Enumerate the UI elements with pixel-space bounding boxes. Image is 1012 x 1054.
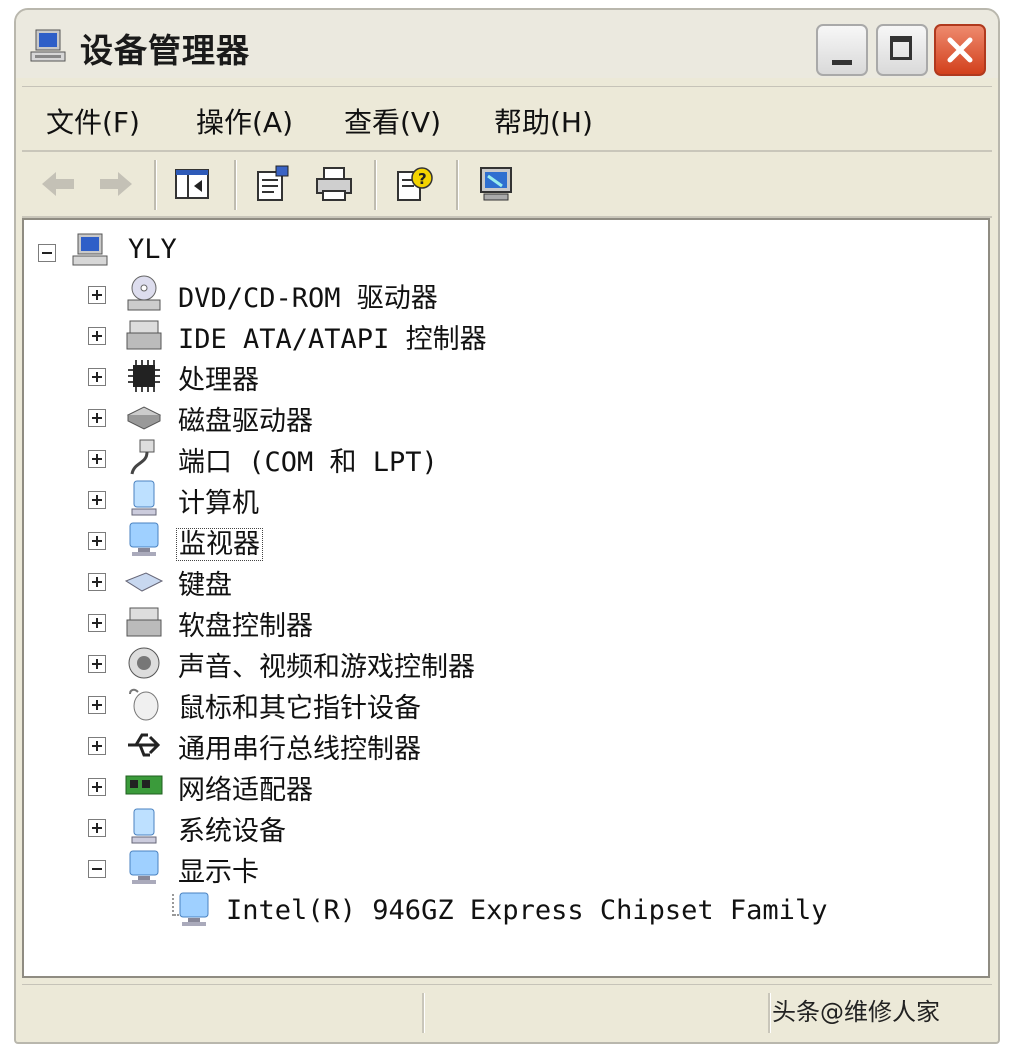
- menu-help[interactable]: 帮助(H): [494, 101, 593, 141]
- tree-item-processor[interactable]: 处理器: [178, 358, 259, 397]
- tree-item-ide[interactable]: IDE ATA/ATAPI 控制器: [178, 317, 487, 356]
- tree-item-system[interactable]: 系统设备: [178, 809, 286, 848]
- ide-controller-icon: [126, 320, 162, 350]
- tree-expand-toggle[interactable]: [88, 532, 106, 550]
- close-icon: [947, 37, 973, 63]
- status-pane-divider: [768, 993, 771, 1033]
- mouse-icon: [129, 688, 159, 721]
- status-pane-divider: [422, 993, 425, 1033]
- tree-item-floppy[interactable]: 软盘控制器: [178, 604, 313, 643]
- title-bar[interactable]: 设备管理器: [16, 10, 998, 78]
- system-device-icon: [131, 808, 157, 844]
- properties-icon[interactable]: [252, 164, 292, 204]
- menu-view[interactable]: 查看(V): [344, 101, 441, 141]
- display-adapter-icon: [129, 850, 159, 884]
- tree-item-ports[interactable]: 端口 (COM 和 LPT): [178, 440, 438, 479]
- tree-item-intel-display[interactable]: Intel(R) 946GZ Express Chipset Family: [226, 895, 827, 926]
- network-adapter-icon: [125, 775, 163, 795]
- usb-icon: [128, 733, 161, 757]
- tree-item-monitor-label: 监视器: [176, 528, 263, 561]
- scan-hardware-icon[interactable]: [476, 164, 516, 204]
- minimize-button[interactable]: [816, 24, 868, 76]
- tree-expand-toggle[interactable]: [88, 737, 106, 755]
- keyboard-icon: [124, 572, 164, 592]
- menu-bar: 文件(F) 操作(A) 查看(V) 帮助(H): [22, 86, 992, 151]
- port-icon: [130, 439, 155, 475]
- svg-text:?: ?: [418, 170, 427, 188]
- device-manager-window: 设备管理器 文件(F) 操作(A) 查看(V) 帮助(H) ? YLY DVD/…: [14, 8, 1000, 1044]
- processor-icon: [128, 360, 160, 392]
- floppy-controller-icon: [126, 607, 162, 637]
- computer-icon: [72, 233, 108, 266]
- dvd-drive-icon: [127, 275, 161, 311]
- tree-expand-toggle[interactable]: [88, 614, 106, 632]
- tree-item-usb[interactable]: 通用串行总线控制器: [178, 727, 421, 766]
- menu-file[interactable]: 文件(F): [46, 101, 140, 141]
- tree-expand-toggle[interactable]: [88, 286, 106, 304]
- print-icon[interactable]: [314, 164, 354, 204]
- tree-root-label[interactable]: YLY: [128, 234, 177, 265]
- tree-collapse-toggle[interactable]: [88, 860, 106, 878]
- menu-action[interactable]: 操作(A): [196, 101, 293, 141]
- forward-arrow-icon[interactable]: [96, 164, 136, 204]
- tree-expand-toggle[interactable]: [88, 450, 106, 468]
- tree-expand-toggle[interactable]: [88, 491, 106, 509]
- tree-expand-toggle[interactable]: [88, 409, 106, 427]
- tree-expand-toggle[interactable]: [88, 778, 106, 796]
- close-button[interactable]: [934, 24, 986, 76]
- window-title: 设备管理器: [80, 31, 250, 70]
- tree-expand-toggle[interactable]: [88, 327, 106, 345]
- tree-expand-toggle[interactable]: [88, 655, 106, 673]
- tree-expand-toggle[interactable]: [88, 819, 106, 837]
- tree-item-sound[interactable]: 声音、视频和游戏控制器: [178, 645, 475, 684]
- tree-item-dvd[interactable]: DVD/CD-ROM 驱动器: [178, 276, 438, 315]
- tree-item-disk[interactable]: 磁盘驱动器: [178, 399, 313, 438]
- maximize-button[interactable]: [876, 24, 928, 76]
- tree-item-display[interactable]: 显示卡: [178, 850, 259, 889]
- toolbar: ?: [22, 150, 992, 218]
- tree-item-monitor[interactable]: 监视器: [176, 522, 263, 561]
- device-tree[interactable]: YLY DVD/CD-ROM 驱动器 IDE ATA/ATAPI 控制器 处理器…: [22, 218, 990, 978]
- tree-item-computer[interactable]: 计算机: [178, 481, 259, 520]
- computer-icon: [30, 29, 66, 62]
- sound-icon: [128, 647, 160, 679]
- tree-item-keyboard[interactable]: 键盘: [178, 563, 232, 602]
- computer-icon: [131, 480, 157, 516]
- tree-expand-toggle[interactable]: [88, 573, 106, 591]
- tree-item-network[interactable]: 网络适配器: [178, 768, 313, 807]
- show-hide-tree-icon[interactable]: [172, 164, 212, 204]
- monitor-icon: [129, 522, 159, 556]
- tree-expand-toggle[interactable]: [88, 696, 106, 714]
- disk-drive-icon: [126, 406, 162, 430]
- tree-collapse-toggle[interactable]: [38, 244, 56, 262]
- help-icon[interactable]: ?: [394, 164, 434, 204]
- back-arrow-icon[interactable]: [38, 164, 78, 204]
- tree-expand-toggle[interactable]: [88, 368, 106, 386]
- display-adapter-icon: [179, 892, 209, 926]
- watermark: 头条@维修人家: [772, 998, 940, 1026]
- tree-item-mouse[interactable]: 鼠标和其它指针设备: [178, 686, 421, 725]
